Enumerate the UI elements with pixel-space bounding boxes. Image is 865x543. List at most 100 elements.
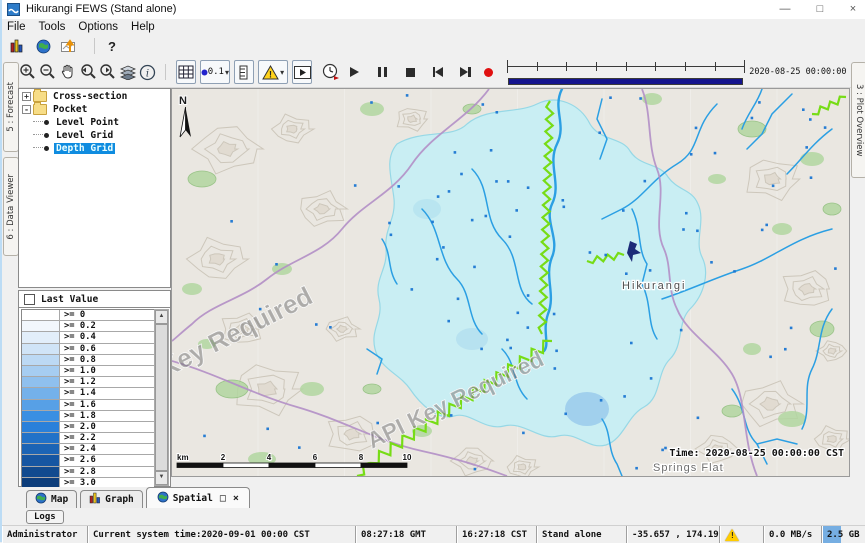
app-logo-icon [7,3,20,16]
layers-icon[interactable] [119,62,137,82]
timeline-tick [655,62,656,71]
tab-plot-overview[interactable]: 3 : Plot Overview [851,62,865,178]
thresholds-warning-dropdown[interactable]: ! ▾ [258,60,288,84]
movie-player-button[interactable] [292,60,312,84]
last-value-row: Last Value [19,291,170,308]
database-chart-icon[interactable] [8,38,26,54]
pan-hand-icon[interactable] [59,62,77,82]
layer-tree: + Cross-section - Pocket Level Point Level Gr… [18,88,171,288]
profile-editor-icon[interactable] [60,38,78,54]
legend-row: >= 2.8 [22,467,154,478]
grid-display-button[interactable] [176,60,196,84]
menu-tools[interactable]: Tools [39,21,75,33]
skip-to-end-button[interactable] [458,62,474,82]
play-button[interactable] [347,62,363,82]
map-view[interactable]: API Key RequiredAPI Key Required Hikuran… [171,88,850,477]
zoom-out-icon[interactable] [39,62,57,82]
tab-map[interactable]: Map [26,490,77,508]
legend-panel: Last Value >= 0>= 0.2>= 0.4>= 0.6>= 0.8>… [18,290,171,487]
pause-button[interactable] [375,62,391,82]
legend-color-swatch [22,388,60,398]
menu-file[interactable]: File [7,21,35,33]
info-icon[interactable]: i [139,62,156,82]
legend-row-label: >= 3.0 [60,478,154,487]
title-bar: Hikurangi FEWS (Stand alone) — □ × [2,0,865,20]
last-value-checkbox[interactable] [24,294,35,305]
legend-table: >= 0>= 0.2>= 0.4>= 0.6>= 0.8>= 1.0>= 1.2… [21,309,155,487]
menu-options[interactable]: Options [78,21,127,33]
tree-item[interactable]: + Cross-section [22,90,170,102]
zoom-previous-icon[interactable] [79,62,97,82]
record-button[interactable] [480,62,496,82]
place-label-hikurangi: Hikurangi [622,280,686,292]
map-toolbar: i 0.1 ▾ ! ▾ 2020-08-25 00:00:00 CST [18,57,865,88]
tab-graph[interactable]: Graph [80,490,143,508]
stop-button[interactable] [402,62,418,82]
legend-color-swatch [22,400,60,410]
tab-maximize-icon[interactable]: □ [220,493,226,504]
tree-item-label[interactable]: Level Point [54,117,121,128]
skip-to-start-button[interactable] [430,62,446,82]
legend-row: >= 0.8 [22,355,154,366]
legend-scrollbar[interactable]: ▲ ▼ [154,309,169,486]
close-button[interactable]: × [836,0,865,18]
legend-row-label: >= 1.8 [60,411,154,421]
timeline-tick [715,62,716,71]
marker-size-dropdown[interactable]: 0.1 ▾ [200,60,230,84]
legend-row-label: >= 2.0 [60,422,154,432]
legend-color-swatch [22,433,60,443]
tree-item-label[interactable]: Level Grid [54,130,115,141]
chart-icon [89,492,101,507]
timeline-tick [744,60,745,73]
warning-icon[interactable] [725,529,739,541]
time-slider-range[interactable] [508,78,743,85]
folder-icon [33,91,47,102]
tree-item-label[interactable]: Depth Grid [54,143,115,154]
tree-item[interactable]: - Pocket [22,103,170,115]
menu-help[interactable]: Help [131,21,164,33]
north-label: N [179,95,187,107]
expand-icon[interactable]: + [22,92,31,101]
tree-item-label[interactable]: Cross-section [51,91,129,102]
map-time-label: Time: 2020-08-25 00:00:00 CST [669,447,844,459]
export-animation-icon[interactable] [322,62,340,82]
legend-row-label: >= 0 [60,310,154,320]
status-cell: Current system time:2020-09-01 00:00 CST [88,526,356,543]
timeline-tick [685,62,686,71]
tree-item[interactable]: Level Grid [33,129,170,141]
legend-color-swatch [22,344,60,354]
legend-row-label: >= 2.6 [60,455,154,465]
scroll-up-icon[interactable]: ▲ [155,310,168,324]
tree-item[interactable]: Level Point [33,116,170,128]
tab-spatial[interactable]: Spatial□× [146,487,250,508]
svg-text:i: i [146,68,149,79]
svg-text:km: km [177,453,189,462]
legend-color-swatch [22,411,60,421]
tree-item-label[interactable]: Pocket [51,104,89,115]
globe-icon [157,491,169,506]
tree-item[interactable]: Depth Grid [33,142,170,154]
legend-row-label: >= 0.8 [60,355,154,365]
zoom-next-icon[interactable] [99,62,117,82]
scrollbar-thumb[interactable] [155,324,168,471]
logs-button[interactable]: Logs [26,510,64,524]
time-slider[interactable] [507,59,744,85]
maximize-button[interactable]: □ [803,0,837,18]
collapse-icon[interactable]: - [22,105,31,114]
help-icon[interactable]: ? [103,38,121,54]
scroll-down-icon[interactable]: ▼ [155,471,168,485]
tree-connector [33,147,43,149]
bullet-icon [44,120,49,125]
tree-connector [33,121,43,123]
legend-row-label: >= 1.4 [60,388,154,398]
tab-data-viewer[interactable]: 6 : Data Viewer [3,157,19,256]
minimize-button[interactable]: — [768,0,802,18]
tab-forecast[interactable]: 5 : Forecast [3,62,19,152]
map-canvas[interactable]: API Key RequiredAPI Key Required Hikuran… [172,89,849,476]
map-globe-icon[interactable] [34,38,52,54]
status-cell: Administrator [2,526,88,543]
tab-close-icon[interactable]: × [233,493,239,504]
legend-row: >= 0.6 [22,344,154,355]
legend-scale-button[interactable] [234,60,254,84]
zoom-in-icon[interactable] [19,62,37,82]
